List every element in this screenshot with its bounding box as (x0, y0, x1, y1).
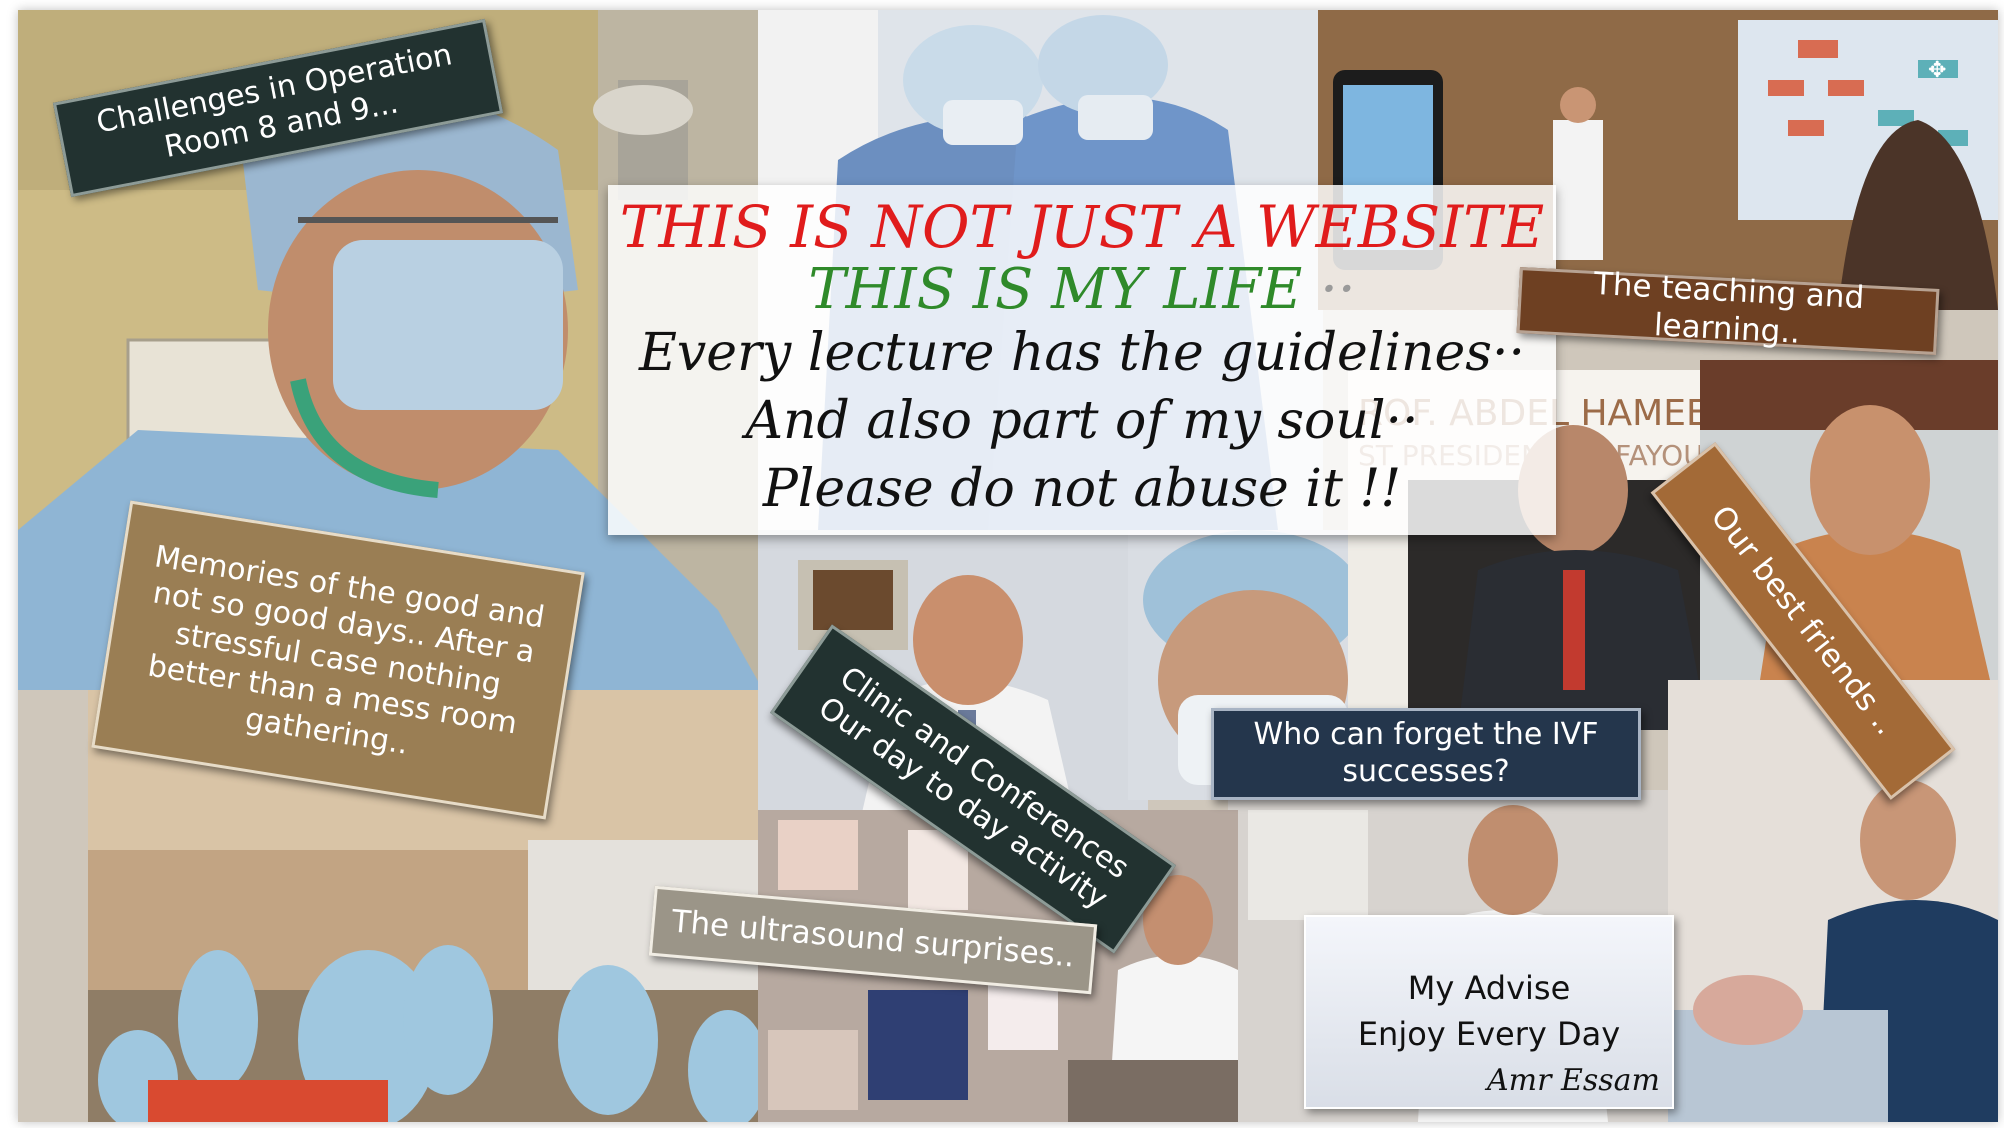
headline-line-2: THIS IS MY LIFE ·· (608, 257, 1556, 322)
headline-line-5: Please do not abuse it !! (762, 459, 1402, 519)
caption-ivf-successes-text: Who can forget the IVF successes? (1253, 717, 1599, 789)
headline-line-3: Every lecture has the guidelines·· (638, 323, 1526, 383)
advise-line-2: Enjoy Every Day (1357, 1015, 1621, 1053)
advise-box: My Advise Enjoy Every Day Amr Essam (1304, 915, 1674, 1109)
caption-teaching: The teaching and learning.. (1516, 266, 1940, 355)
headline-line-4: And also part of my soul·· (745, 391, 1419, 451)
caption-memories-text: Memories of the good and not so good day… (145, 538, 547, 762)
headline-line-2-dots: ·· (1320, 257, 1356, 322)
advise-line-1: My Advise (1407, 969, 1571, 1007)
photo-collage: ROF. ABDEL HAMEED ABD ST PRESIDENT OF FA… (18, 10, 1998, 1122)
move-cursor-icon: ✥ (1928, 58, 1947, 83)
headline-line-2-text: THIS IS MY LIFE (808, 257, 1303, 322)
headline-line-1: THIS IS NOT JUST A WEBSITE (619, 193, 1545, 261)
advise-signature: Amr Essam (1486, 1063, 1660, 1098)
headline-box: THIS IS NOT JUST A WEBSITE THIS IS MY LI… (608, 185, 1556, 535)
caption-ivf-successes: Who can forget the IVF successes? (1211, 708, 1641, 800)
